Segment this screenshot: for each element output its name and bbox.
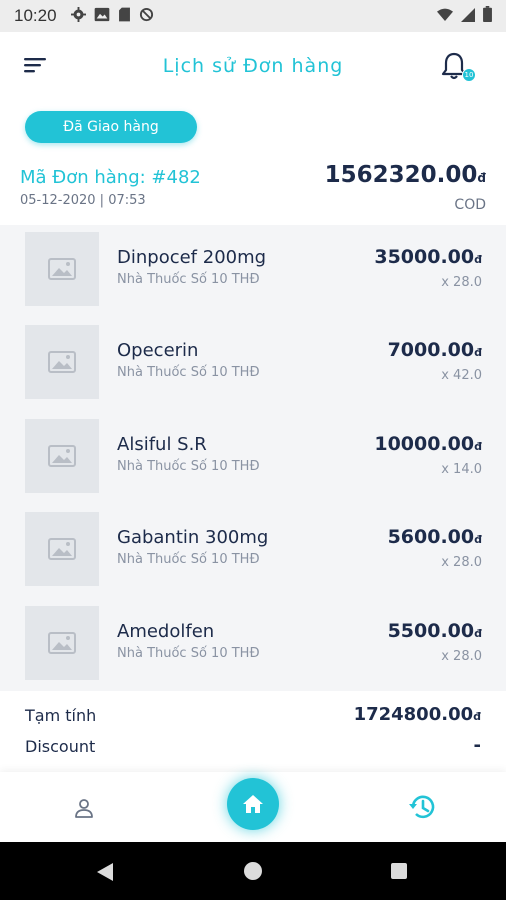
sort-menu-icon bbox=[24, 58, 46, 73]
product-thumbnail bbox=[25, 606, 99, 680]
subtotal-value-wrap: 1724800.00đ bbox=[354, 704, 481, 725]
list-item[interactable]: Dinpocef 200mg Nhà Thuốc Số 10 THĐ 35000… bbox=[0, 225, 506, 318]
order-total-value: 1562320.00 bbox=[324, 162, 478, 188]
discount-value: - bbox=[473, 735, 481, 756]
product-name: Alsiful S.R bbox=[117, 434, 207, 455]
battery-icon bbox=[483, 6, 492, 26]
image-placeholder-icon bbox=[48, 258, 76, 280]
price-currency: đ bbox=[474, 627, 482, 640]
discount-label: Discount bbox=[25, 737, 96, 756]
order-date: 05-12-2020 | 07:53 bbox=[20, 193, 146, 208]
order-status-badge[interactable]: Đã Giao hàng bbox=[25, 111, 197, 143]
shop-name: Nhà Thuốc Số 10 THĐ bbox=[117, 552, 260, 567]
product-name: Dinpocef 200mg bbox=[117, 247, 267, 268]
subtotal-value: 1724800.00 bbox=[353, 704, 474, 725]
wifi-icon bbox=[437, 7, 453, 26]
order-summary: Tạm tính 1724800.00đ Discount - bbox=[25, 700, 481, 762]
history-icon bbox=[409, 795, 435, 819]
recent-apps-button[interactable] bbox=[391, 863, 407, 879]
image-placeholder-icon bbox=[48, 538, 76, 560]
image-icon bbox=[94, 7, 110, 26]
nav-profile-button[interactable] bbox=[73, 797, 95, 819]
product-quantity: x 14.0 bbox=[441, 462, 482, 477]
product-thumbnail bbox=[25, 232, 99, 306]
price-currency: đ bbox=[474, 533, 482, 546]
product-thumbnail bbox=[25, 512, 99, 586]
sync-off-icon bbox=[139, 7, 154, 26]
shop-name: Nhà Thuốc Số 10 THĐ bbox=[117, 646, 260, 661]
price-value: 5500.00 bbox=[387, 620, 475, 642]
notification-badge: 10 bbox=[462, 68, 476, 82]
menu-button[interactable] bbox=[22, 54, 48, 76]
shop-name: Nhà Thuốc Số 10 THĐ bbox=[117, 459, 260, 474]
status-bar: 10:20 bbox=[0, 0, 506, 32]
price-currency: đ bbox=[474, 440, 482, 453]
product-price: 5500.00đ bbox=[388, 620, 482, 642]
product-thumbnail bbox=[25, 325, 99, 399]
subtotal-row: Tạm tính 1724800.00đ bbox=[25, 700, 481, 731]
price-value: 7000.00 bbox=[387, 339, 475, 361]
product-quantity: x 42.0 bbox=[441, 368, 482, 383]
signal-icon bbox=[461, 7, 475, 26]
home-icon bbox=[243, 795, 263, 813]
system-home-button[interactable] bbox=[244, 862, 262, 880]
back-button[interactable] bbox=[96, 862, 114, 886]
product-name: Gabantin 300mg bbox=[117, 527, 269, 548]
product-quantity: x 28.0 bbox=[441, 555, 482, 570]
gear-icon bbox=[70, 6, 86, 26]
price-currency: đ bbox=[474, 253, 482, 266]
image-placeholder-icon bbox=[48, 445, 76, 467]
subtotal-currency: đ bbox=[473, 710, 481, 723]
back-triangle-icon bbox=[97, 863, 113, 881]
image-placeholder-icon bbox=[48, 351, 76, 373]
list-item[interactable]: Amedolfen Nhà Thuốc Số 10 THĐ 5500.00đ x… bbox=[0, 599, 506, 692]
notification-button[interactable]: 10 bbox=[436, 48, 476, 84]
order-id: Mã Đơn hàng: #482 bbox=[20, 167, 201, 188]
shop-name: Nhà Thuốc Số 10 THĐ bbox=[117, 365, 260, 380]
product-thumbnail bbox=[25, 419, 99, 493]
nav-home-button[interactable] bbox=[227, 778, 279, 830]
product-price: 35000.00đ bbox=[374, 246, 482, 268]
profile-icon bbox=[75, 799, 93, 818]
list-item[interactable]: Opecerin Nhà Thuốc Số 10 THĐ 7000.00đ x … bbox=[0, 318, 506, 411]
payment-method: COD bbox=[454, 197, 486, 213]
page-title: Lịch sử Đơn hàng bbox=[162, 55, 344, 77]
discount-row: Discount - bbox=[25, 731, 481, 762]
product-price: 5600.00đ bbox=[388, 526, 482, 548]
order-total-currency: đ bbox=[477, 171, 486, 185]
order-items-list: Dinpocef 200mg Nhà Thuốc Số 10 THĐ 35000… bbox=[0, 225, 506, 691]
price-value: 10000.00 bbox=[374, 433, 475, 455]
product-price: 7000.00đ bbox=[388, 339, 482, 361]
product-quantity: x 28.0 bbox=[441, 649, 482, 664]
nav-history-button[interactable] bbox=[406, 791, 438, 823]
product-name: Amedolfen bbox=[117, 621, 215, 642]
product-quantity: x 28.0 bbox=[441, 275, 482, 290]
app-bar: Lịch sử Đơn hàng 10 bbox=[0, 32, 506, 100]
subtotal-label: Tạm tính bbox=[25, 706, 97, 725]
product-price: 10000.00đ bbox=[374, 433, 482, 455]
price-value: 35000.00 bbox=[374, 246, 475, 268]
price-currency: đ bbox=[474, 346, 482, 359]
price-value: 5600.00 bbox=[387, 526, 475, 548]
list-item[interactable]: Alsiful S.R Nhà Thuốc Số 10 THĐ 10000.00… bbox=[0, 412, 506, 505]
shop-name: Nhà Thuốc Số 10 THĐ bbox=[117, 272, 260, 287]
list-item[interactable]: Gabantin 300mg Nhà Thuốc Số 10 THĐ 5600.… bbox=[0, 505, 506, 598]
bottom-navigation bbox=[0, 772, 506, 842]
system-navigation-bar bbox=[0, 842, 506, 900]
status-time: 10:20 bbox=[14, 6, 57, 25]
sd-card-icon bbox=[118, 7, 131, 26]
order-header: Mã Đơn hàng: #482 05-12-2020 | 07:53 156… bbox=[20, 160, 486, 216]
order-total: 1562320.00đ bbox=[325, 162, 486, 188]
product-name: Opecerin bbox=[117, 340, 199, 361]
image-placeholder-icon bbox=[48, 632, 76, 654]
